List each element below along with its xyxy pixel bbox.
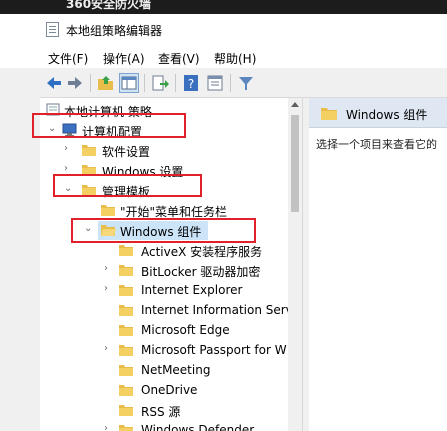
folder-icon — [320, 106, 338, 124]
chevron-right-icon[interactable]: › — [64, 144, 74, 154]
highlight-box-computer-config — [32, 113, 186, 138]
chevron-right-icon[interactable]: › — [104, 264, 114, 274]
tree-item-start-menu[interactable]: "开始"菜单和任务栏 — [40, 200, 290, 220]
folder-icon — [118, 363, 134, 380]
export-list-icon[interactable] — [150, 73, 170, 93]
folder-icon — [118, 343, 134, 360]
menu-view[interactable]: 查看(V) — [158, 50, 200, 67]
chevron-right-icon[interactable]: › — [104, 344, 114, 354]
highlight-box-admin-templates — [53, 174, 202, 197]
filter-icon[interactable] — [236, 73, 256, 93]
window-title: 本地组策略编辑器 — [66, 24, 163, 38]
tree-item-component[interactable]: RSS 源 — [40, 400, 290, 420]
show-hide-tree-icon[interactable] — [119, 73, 139, 93]
tree-item-component[interactable]: › Microsoft Passport for W — [40, 340, 290, 360]
scroll-up-arrow-icon[interactable] — [291, 102, 299, 107]
chevron-right-icon[interactable]: › — [104, 284, 114, 294]
tree-item-component[interactable]: OneDrive — [40, 380, 290, 400]
policy-tree: 本地计算机 策略 ⌄ 计算机配置 › 软件设置 › Windows 设置 ⌄ 管… — [40, 98, 302, 431]
folder-icon — [118, 403, 134, 420]
toolbar-separator — [175, 74, 176, 92]
menu-help[interactable]: 帮助(H) — [214, 50, 256, 67]
forward-arrow-icon[interactable] — [65, 73, 85, 93]
folder-icon — [118, 383, 134, 400]
tree-label: Internet Explorer — [141, 283, 243, 297]
tree-item-component[interactable]: › Internet Explorer — [40, 280, 290, 300]
folder-icon — [81, 143, 97, 160]
tree-scrollbar[interactable] — [288, 98, 302, 431]
folder-icon — [118, 423, 134, 431]
chevron-right-icon[interactable]: › — [64, 164, 74, 174]
back-arrow-icon[interactable] — [44, 73, 64, 93]
tree-label: Microsoft Edge — [141, 323, 230, 337]
background-window-title: 360安全防火墙 — [66, 0, 152, 11]
tree-label: BitLocker 驱动器加密 — [141, 265, 261, 279]
details-title: Windows 组件 — [346, 108, 428, 122]
tree-label: 软件设置 — [102, 145, 151, 159]
tree-item-component[interactable]: › BitLocker 驱动器加密 — [40, 260, 290, 280]
svg-text:?: ? — [188, 77, 194, 91]
tree-label: ActiveX 安装程序服务 — [141, 245, 263, 259]
tree-item-component[interactable]: Microsoft Edge — [40, 320, 290, 340]
menu-action[interactable]: 操作(A) — [103, 50, 145, 67]
details-header: Windows 组件 — [309, 98, 447, 128]
title-bar: 本地组策略编辑器 — [0, 14, 447, 44]
toolbar: ? — [40, 68, 447, 98]
folder-icon — [118, 243, 134, 260]
toolbar-separator — [230, 74, 231, 92]
toolbar-separator — [90, 74, 91, 92]
menu-file[interactable]: 文件(F) — [48, 50, 88, 67]
tree-label: NetMeeting — [141, 363, 211, 377]
details-pane: Windows 组件 选择一个项目来查看它的 — [309, 98, 447, 431]
highlight-box-windows-components — [71, 218, 256, 243]
tree-label: OneDrive — [141, 383, 198, 397]
tree-item-component[interactable]: NetMeeting — [40, 360, 290, 380]
background-window-strip: 360安全防火墙 — [0, 0, 447, 14]
folder-icon — [118, 283, 134, 300]
tree-label: Microsoft Passport for W — [141, 343, 287, 357]
properties-icon[interactable] — [205, 73, 225, 93]
tree-label: Windows Defender — [141, 423, 255, 431]
tree-item-component[interactable]: Internet Information Serv — [40, 300, 293, 320]
tree-item-software-settings[interactable]: › 软件设置 — [40, 140, 290, 160]
scrollbar-thumb[interactable] — [291, 115, 299, 212]
policy-editor-app-icon — [46, 22, 59, 37]
tree-item-component[interactable]: › Windows Defender — [40, 420, 290, 431]
menu-bar: 文件(F) 操作(A) 查看(V) 帮助(H) — [0, 44, 447, 68]
tree-label: Internet Information Serv — [141, 303, 293, 317]
details-description: 选择一个项目来查看它的 — [316, 138, 437, 151]
tree-item-component[interactable]: ActiveX 安装程序服务 — [40, 240, 290, 260]
up-folder-icon[interactable] — [96, 73, 116, 93]
pane-splitter[interactable] — [302, 98, 309, 431]
folder-icon — [118, 303, 134, 320]
folder-icon — [118, 323, 134, 340]
chevron-right-icon[interactable]: › — [104, 424, 114, 431]
toolbar-separator — [144, 74, 145, 92]
tree-label: RSS 源 — [141, 405, 181, 419]
help-icon[interactable]: ? — [181, 73, 201, 93]
folder-icon — [118, 263, 134, 280]
